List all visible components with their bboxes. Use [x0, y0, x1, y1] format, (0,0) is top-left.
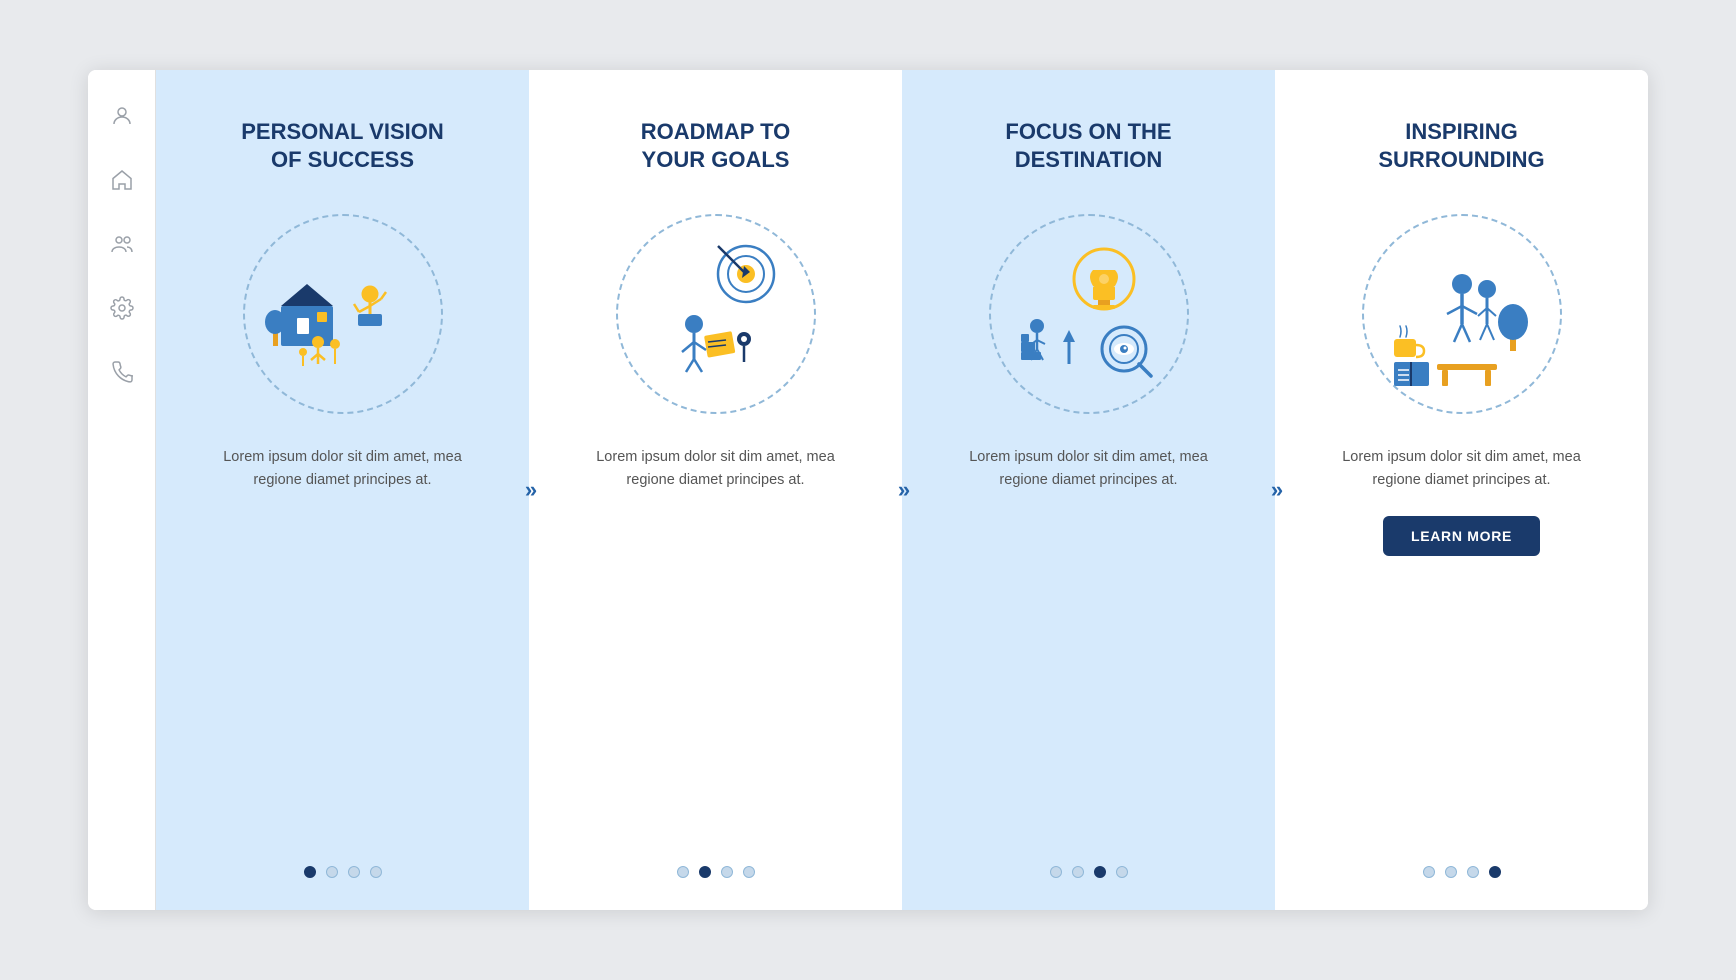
- chevron-right-icon: »: [525, 477, 533, 503]
- learn-more-button[interactable]: LEARN MORE: [1383, 516, 1540, 556]
- dot-3-3[interactable]: [1094, 866, 1106, 878]
- panel-1-body: Lorem ipsum dolor sit dim amet, mea regi…: [213, 446, 473, 492]
- panel-3-title: FOCUS ON THE DESTINATION: [1005, 118, 1171, 186]
- phone-icon[interactable]: [106, 356, 138, 388]
- panel-4-title: INSPIRING SURROUNDING: [1378, 118, 1544, 186]
- panel-2-arrow: »: [884, 458, 920, 522]
- dot-3-1[interactable]: [1050, 866, 1062, 878]
- dot-2-1[interactable]: [677, 866, 689, 878]
- dot-1-3[interactable]: [348, 866, 360, 878]
- panel-4-illustration: [1362, 214, 1562, 414]
- dot-1-2[interactable]: [326, 866, 338, 878]
- panel-1-illustration: [243, 214, 443, 414]
- dot-4-3[interactable]: [1467, 866, 1479, 878]
- panel-3-dots: [1050, 866, 1128, 878]
- panel-2-illustration: [616, 214, 816, 414]
- dot-4-2[interactable]: [1445, 866, 1457, 878]
- dot-2-4[interactable]: [743, 866, 755, 878]
- main-container: PERSONAL VISION OF SUCCESS: [88, 70, 1648, 910]
- dot-3-2[interactable]: [1072, 866, 1084, 878]
- panel-inspiring: INSPIRING SURROUNDING: [1275, 70, 1648, 910]
- panel-personal-vision: PERSONAL VISION OF SUCCESS: [156, 70, 529, 910]
- user-icon[interactable]: [106, 100, 138, 132]
- panel-focus: FOCUS ON THE DESTINATION: [902, 70, 1275, 910]
- gear-icon[interactable]: [106, 292, 138, 324]
- dot-4-4[interactable]: [1489, 866, 1501, 878]
- home-icon[interactable]: [106, 164, 138, 196]
- dot-1-4[interactable]: [370, 866, 382, 878]
- dot-2-3[interactable]: [721, 866, 733, 878]
- panel-3-body: Lorem ipsum dolor sit dim amet, mea regi…: [959, 446, 1219, 492]
- panel-3-illustration: [989, 214, 1189, 414]
- chevron-right-icon-3: »: [1271, 477, 1279, 503]
- panel-1-dots: [304, 866, 382, 878]
- panels-container: PERSONAL VISION OF SUCCESS: [156, 70, 1648, 910]
- chevron-right-icon-2: »: [898, 477, 906, 503]
- panel-4-body: Lorem ipsum dolor sit dim amet, mea regi…: [1332, 446, 1592, 492]
- panel-1-title: PERSONAL VISION OF SUCCESS: [241, 118, 444, 186]
- sidebar: [88, 70, 156, 910]
- panel-2-body: Lorem ipsum dolor sit dim amet, mea regi…: [586, 446, 846, 492]
- panel-roadmap: ROADMAP TO YOUR GOALS: [529, 70, 902, 910]
- dot-4-1[interactable]: [1423, 866, 1435, 878]
- panel-2-dots: [677, 866, 755, 878]
- dot-3-4[interactable]: [1116, 866, 1128, 878]
- panel-3-arrow: »: [1257, 458, 1293, 522]
- dot-1-1[interactable]: [304, 866, 316, 878]
- panel-2-title: ROADMAP TO YOUR GOALS: [641, 118, 791, 186]
- panel-4-dots: [1423, 866, 1501, 878]
- dot-2-2[interactable]: [699, 866, 711, 878]
- panel-1-arrow: »: [511, 458, 547, 522]
- team-icon[interactable]: [106, 228, 138, 260]
